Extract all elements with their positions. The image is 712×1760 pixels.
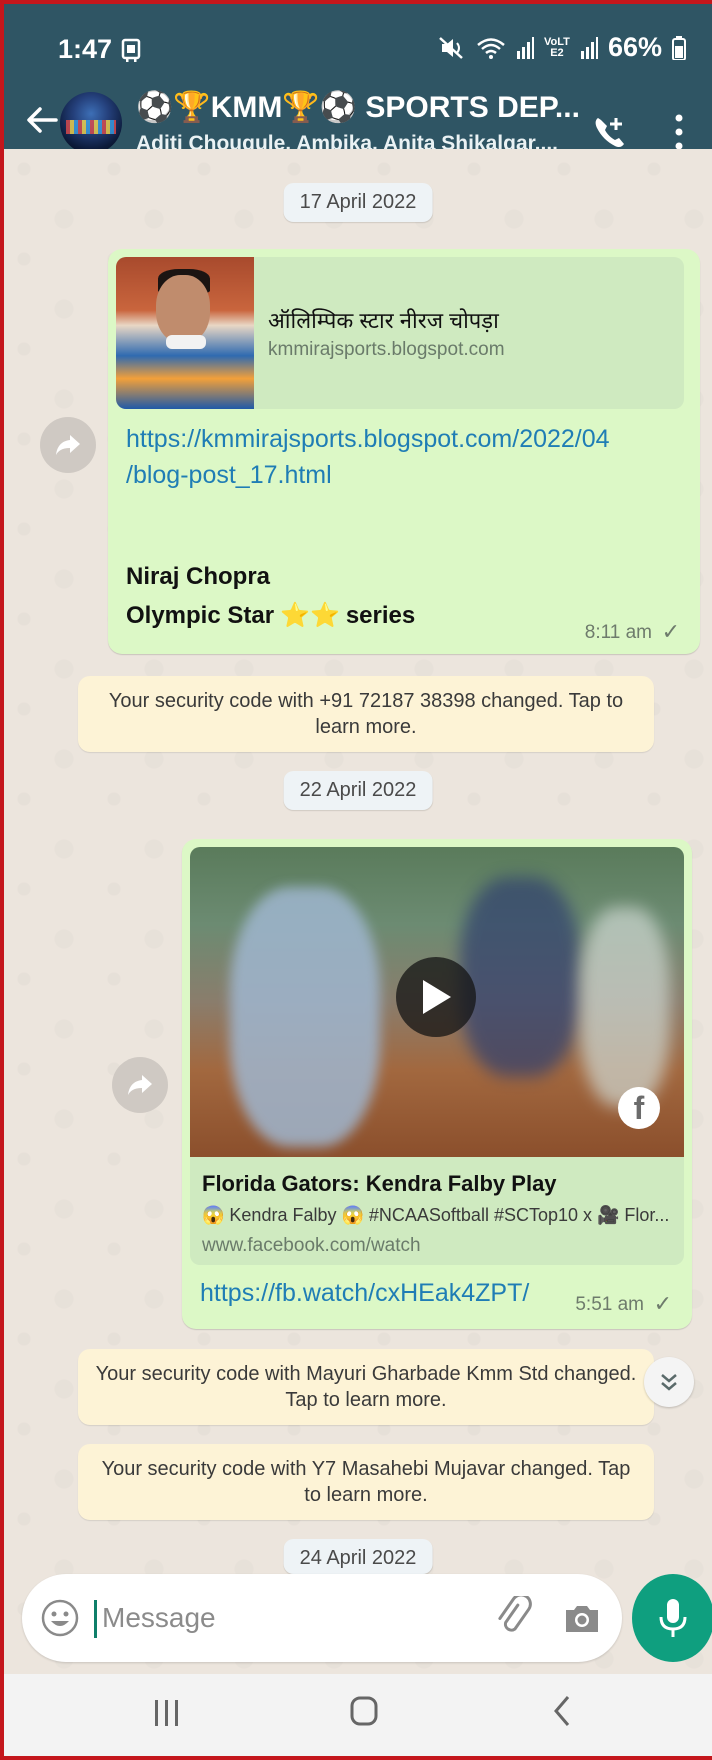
system-nav-bar [4,1674,712,1756]
facebook-icon: f [618,1087,660,1129]
double-chevron-down-icon [661,1374,677,1391]
status-icons: VoLTE2 66% [438,32,686,63]
link-line-2[interactable]: /blog-post_17.html [126,457,610,493]
olympic-star-text: Olympic Star [126,601,275,629]
play-button[interactable] [396,957,476,1037]
preview-title: ऑलिम्पिक स्टार नीरज चोपड़ा [268,308,499,333]
message-link[interactable]: https://fb.watch/cxHEak4ZPT/ [200,1275,529,1311]
wifi-icon [477,37,505,59]
group-avatar[interactable] [60,92,122,154]
date-chip: 17 April 2022 [283,183,433,222]
star-emoji: ⭐⭐ [280,602,340,629]
battery-percent: 66% [607,32,662,62]
status-time: 1:47 [58,34,113,64]
video-site: www.facebook.com/watch [202,1235,421,1256]
camera-icon[interactable] [562,1598,602,1638]
message-input-bar[interactable]: Message [22,1574,622,1662]
message-bubble[interactable]: f Florida Gators: Kendra Falby Play 😱 Ke… [182,839,692,1329]
volte-label: VoLTE2 [544,35,570,59]
home-icon[interactable] [350,1694,378,1728]
group-title[interactable]: ⚽🏆KMM🏆⚽ SPORTS DEP... [136,90,580,125]
play-icon [423,980,451,1014]
sent-tick-icon: ✓ [661,619,680,644]
battery-icon [672,35,686,60]
nav-back-icon[interactable] [550,1694,574,1728]
emoji-icon[interactable] [40,1598,80,1638]
link-preview[interactable]: ऑलिम्पिक स्टार नीरज चोपड़ा kmmirajsports… [116,257,684,409]
forward-button[interactable] [112,1057,168,1113]
message-time: 8:11 am [584,622,652,643]
signal-icon-1 [516,36,534,59]
chat-area[interactable]: 17 April 2022 ऑलिम्पिक स्टार नीरज चोपड़ा… [4,149,712,1689]
message-link[interactable]: https://kmmirajsports.blogspot.com/2022/… [126,421,610,493]
more-options-icon[interactable] [672,112,686,152]
preview-thumbnail [116,257,254,409]
video-info[interactable]: Florida Gators: Kendra Falby Play 😱 Kend… [190,1157,684,1265]
paperclip-icon[interactable] [492,1596,536,1640]
back-arrow-icon[interactable] [22,100,62,140]
forward-icon [128,1075,152,1095]
security-notice[interactable]: Your security code with Y7 Masahebi Muja… [78,1444,654,1520]
security-notice[interactable]: Your security code with +91 72187 38398 … [78,676,654,752]
message-text-line-2: Olympic Star ⭐⭐ series [126,601,415,630]
chat-header[interactable]: ⚽🏆KMM🏆⚽ SPORTS DEP... Aditi Chougule, Am… [4,91,712,155]
mute-icon [439,36,463,59]
preview-site: kmmirajsports.blogspot.com [268,339,505,360]
scroll-to-bottom-button[interactable] [644,1357,694,1407]
forward-button[interactable] [40,417,96,473]
message-bubble[interactable]: ऑलिम्पिक स्टार नीरज चोपड़ा kmmirajsports… [108,249,700,654]
message-time: 5:51 am [575,1294,644,1315]
phone-frame: 1:47 VoLTE2 66% ⚽🏆KMM🏆⚽ SPORTS DEP... Ad… [0,0,712,1760]
date-chip: 22 April 2022 [283,771,433,810]
date-chip: 24 April 2022 [283,1539,433,1574]
message-input[interactable]: Message [102,1602,216,1634]
voice-record-button[interactable] [632,1574,712,1662]
add-call-icon[interactable] [592,114,626,150]
sent-tick-icon: ✓ [653,1291,672,1316]
link-line-1[interactable]: https://kmmirajsports.blogspot.com/2022/… [126,421,610,457]
forward-icon [56,435,80,455]
security-notice[interactable]: Your security code with Mayuri Gharbade … [78,1349,654,1425]
video-preview[interactable]: f [190,847,684,1157]
message-text-line-1: Niraj Chopra [126,563,271,590]
video-title: Florida Gators: Kendra Falby Play [202,1171,557,1196]
sim-notification-icon [121,38,141,62]
text-cursor [94,1600,97,1638]
status-bar: 1:47 VoLTE2 66% [4,4,712,94]
signal-icon-2 [580,36,598,59]
microphone-icon [659,1599,687,1637]
top-bar: 1:47 VoLTE2 66% ⚽🏆KMM🏆⚽ SPORTS DEP... Ad… [4,4,712,155]
series-text: series [345,601,416,629]
video-description: 😱 Kendra Falby 😱 #NCAASoftball #SCTop10 … [202,1205,670,1225]
recent-apps-icon[interactable] [154,1698,180,1728]
